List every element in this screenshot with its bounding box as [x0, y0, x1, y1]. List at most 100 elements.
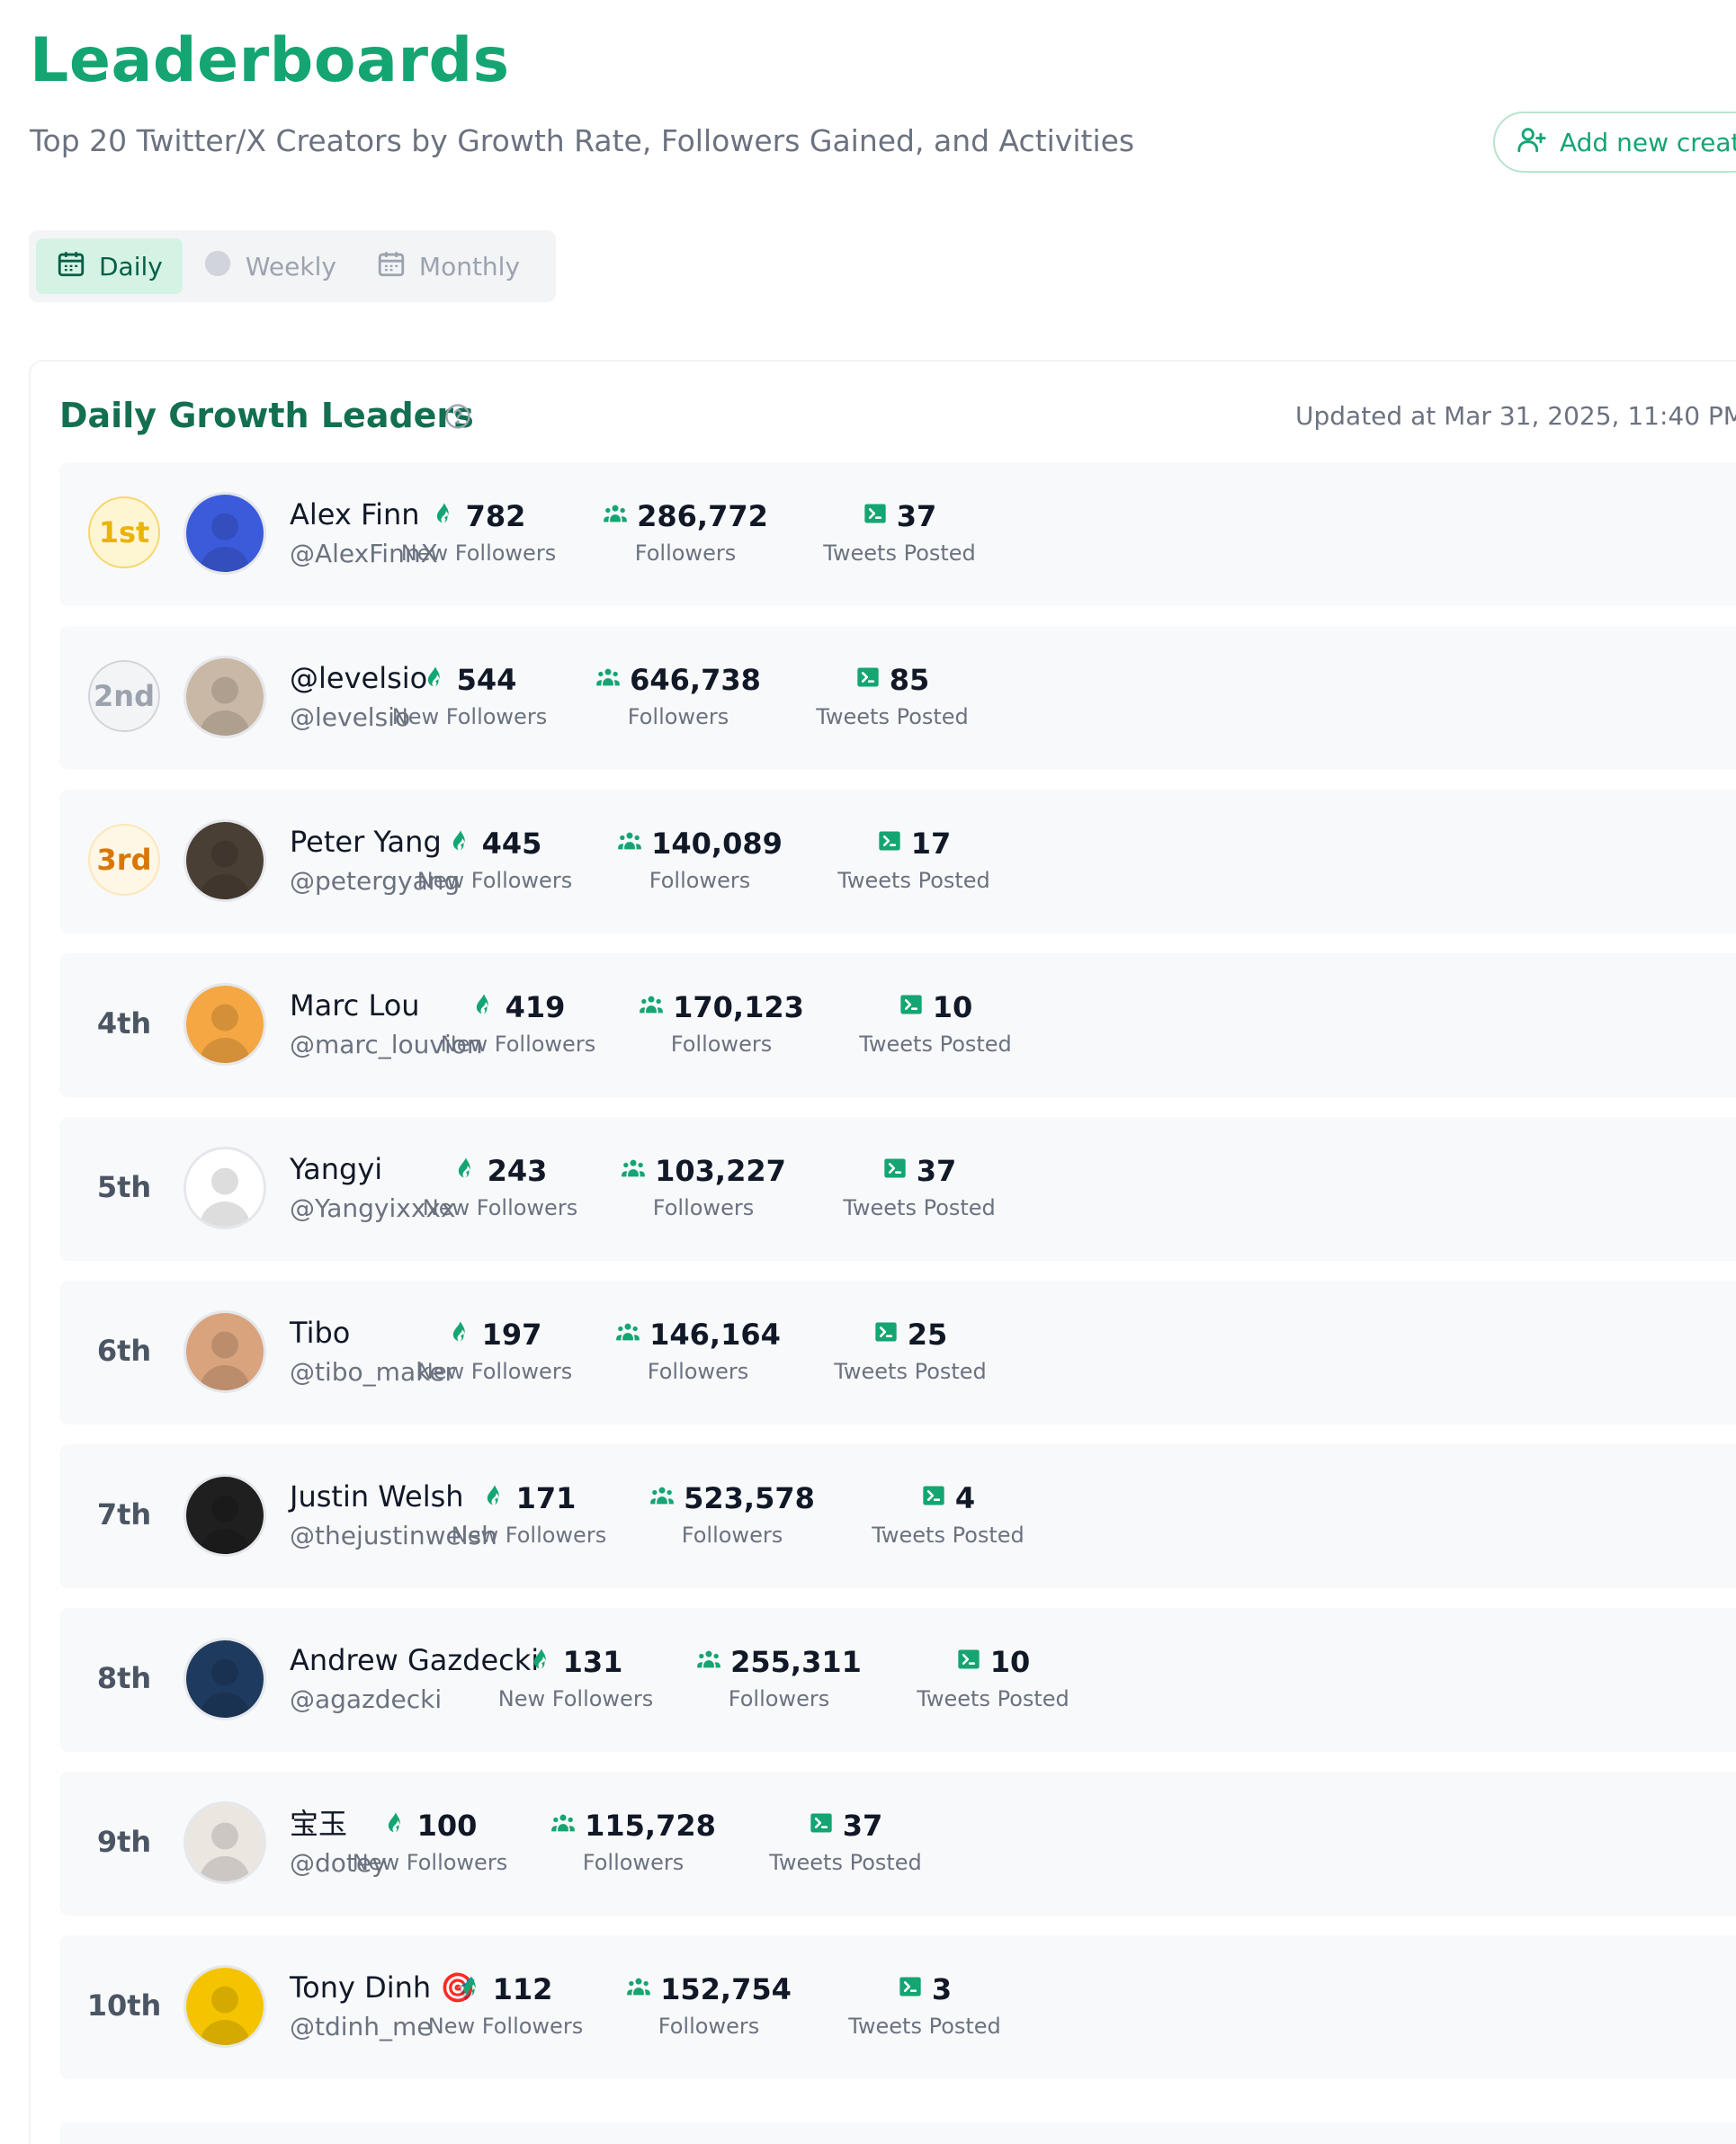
- followers-label: Followers: [634, 540, 737, 566]
- leader-row[interactable]: 5th Yangyi @Yangyixxxx 243 New Followers 103,…: [59, 1117, 1736, 1261]
- new-followers-label: New Followers: [391, 704, 548, 729]
- tweets-value: 10: [989, 1645, 1031, 1679]
- new-followers-stat: 782 New Followers: [398, 498, 559, 568]
- users-icon: [626, 1971, 660, 2007]
- avatar[interactable]: [183, 1474, 266, 1557]
- rank-badge: 5th: [96, 1170, 152, 1204]
- followers-stat: 286,772 Followers: [595, 498, 775, 568]
- new-followers-value: 419: [505, 990, 566, 1024]
- panel-title: Daily Growth Leaders: [59, 396, 474, 435]
- tab-daily[interactable]: Daily: [36, 238, 183, 294]
- followers-label: Followers: [652, 1195, 755, 1220]
- followers-stat: 646,738 Followers: [588, 662, 768, 732]
- avatar[interactable]: [183, 1965, 266, 2048]
- tweets-label: Tweets Posted: [769, 1850, 922, 1875]
- new-followers-label: New Followers: [497, 1686, 654, 1711]
- new-followers-stat: 100 New Followers: [349, 1808, 511, 1878]
- new-followers-stat: 171 New Followers: [448, 1480, 610, 1550]
- avatar[interactable]: [183, 983, 266, 1066]
- tweets-label: Tweets Posted: [848, 2014, 1001, 2039]
- rank-badge: 2nd: [88, 660, 160, 732]
- new-followers-stat: 243 New Followers: [419, 1153, 581, 1223]
- tweets-label: Tweets Posted: [834, 1359, 987, 1384]
- new-followers-label: New Followers: [400, 540, 557, 566]
- new-followers-stat: 419 New Followers: [437, 989, 599, 1059]
- tweets-label: Tweets Posted: [816, 704, 969, 729]
- fire-icon: [482, 1480, 516, 1516]
- followers-value: 523,578: [684, 1481, 815, 1515]
- tweets-label: Tweets Posted: [859, 1032, 1012, 1057]
- new-followers-stat: 197 New Followers: [414, 1317, 576, 1387]
- new-followers-value: 197: [481, 1318, 542, 1352]
- leader-row[interactable]: 4th Marc Lou @marc_louvion 419 New Followers…: [59, 953, 1736, 1097]
- add-user-icon: [1517, 124, 1560, 161]
- avatar[interactable]: [183, 819, 266, 902]
- fire-icon: [423, 662, 457, 698]
- rank-badge: 7th: [96, 1497, 152, 1532]
- terminal-icon: [898, 1971, 932, 2007]
- users-icon: [696, 1644, 730, 1680]
- new-followers-label: New Followers: [440, 1032, 596, 1057]
- tweets-stat: 25 Tweets Posted: [820, 1317, 1000, 1387]
- followers-value: 140,089: [651, 826, 783, 861]
- new-followers-value: 112: [492, 1972, 553, 2006]
- tab-monthly[interactable]: Monthly: [356, 238, 540, 294]
- fire-icon: [448, 826, 482, 862]
- add-creator-button[interactable]: Add new creato: [1493, 112, 1736, 173]
- leader-row[interactable]: 10th Tony Dinh 🎯 @tdinh_me 112 New Followers…: [59, 1935, 1736, 2079]
- leader-row[interactable]: 6th Tibo @tibo_maker 197 New Followers 146,16…: [59, 1281, 1736, 1425]
- users-icon: [621, 1153, 655, 1189]
- help-icon[interactable]: [444, 403, 471, 430]
- rank-badge: 6th: [96, 1334, 152, 1368]
- followers-value: 103,227: [655, 1154, 786, 1188]
- leader-row[interactable]: 9th 宝玉 @dotey 100 New Followers 115,728 Follow…: [59, 1772, 1736, 1916]
- tweets-label: Tweets Posted: [823, 540, 976, 566]
- tweets-stat: 37 Tweets Posted: [829, 1153, 1009, 1223]
- terminal-icon: [863, 498, 897, 534]
- rank-badge: 1st: [88, 496, 160, 568]
- rank-badge: 8th: [96, 1661, 152, 1695]
- users-icon: [649, 1480, 684, 1516]
- terminal-icon: [899, 989, 933, 1025]
- tab-daily-label: Daily: [99, 251, 163, 281]
- tab-weekly[interactable]: Weekly: [183, 238, 356, 294]
- leader-row[interactable]: 2nd @levelsio @levelsio 544 New Followers 646…: [59, 626, 1736, 770]
- leader-row[interactable]: 7th Justin Welsh @thejustinwelsh 171 New Fol…: [59, 1444, 1736, 1588]
- leader-row-partial[interactable]: [59, 2122, 1736, 2144]
- tweets-value: 3: [931, 1972, 953, 2006]
- fire-icon: [471, 989, 506, 1025]
- avatar[interactable]: [183, 492, 266, 575]
- followers-label: Followers: [681, 1523, 783, 1548]
- avatar[interactable]: [183, 656, 266, 738]
- followers-label: Followers: [582, 1850, 685, 1875]
- new-followers-label: New Followers: [416, 868, 573, 893]
- avatar[interactable]: [183, 1801, 266, 1884]
- tweets-stat: 10 Tweets Posted: [903, 1644, 1083, 1714]
- followers-label: Followers: [670, 1032, 773, 1057]
- followers-stat: 115,728 Followers: [543, 1808, 723, 1878]
- tab-weekly-label: Weekly: [245, 251, 336, 281]
- avatar[interactable]: [183, 1147, 266, 1229]
- leader-row[interactable]: 3rd Peter Yang @petergyang 445 New Followers…: [59, 790, 1736, 934]
- tweets-label: Tweets Posted: [917, 1686, 1069, 1711]
- tweets-value: 37: [896, 499, 937, 533]
- rank-badge: 4th: [96, 1006, 152, 1041]
- followers-stat: 140,089 Followers: [610, 826, 790, 896]
- avatar[interactable]: [183, 1310, 266, 1393]
- followers-value: 646,738: [630, 663, 761, 697]
- page-title: Leaderboards: [30, 25, 510, 96]
- page-subtitle: Top 20 Twitter/X Creators by Growth Rate…: [30, 123, 1135, 158]
- users-icon: [550, 1808, 585, 1844]
- tweets-value: 10: [932, 990, 973, 1024]
- leader-row[interactable]: 1st Alex Finn @AlexFinnX 782 New Followers 28…: [59, 462, 1736, 606]
- tweets-stat: 3 Tweets Posted: [835, 1971, 1015, 2041]
- fire-icon: [383, 1808, 417, 1844]
- users-icon: [639, 989, 673, 1025]
- terminal-icon: [877, 826, 911, 862]
- rank-badge: 9th: [96, 1825, 152, 1859]
- leader-row[interactable]: 8th Andrew Gazdecki @agazdecki 131 New Follo…: [59, 1608, 1736, 1752]
- followers-label: Followers: [647, 1359, 749, 1384]
- terminal-icon: [921, 1480, 955, 1516]
- avatar[interactable]: [183, 1638, 266, 1720]
- new-followers-label: New Followers: [427, 2014, 584, 2039]
